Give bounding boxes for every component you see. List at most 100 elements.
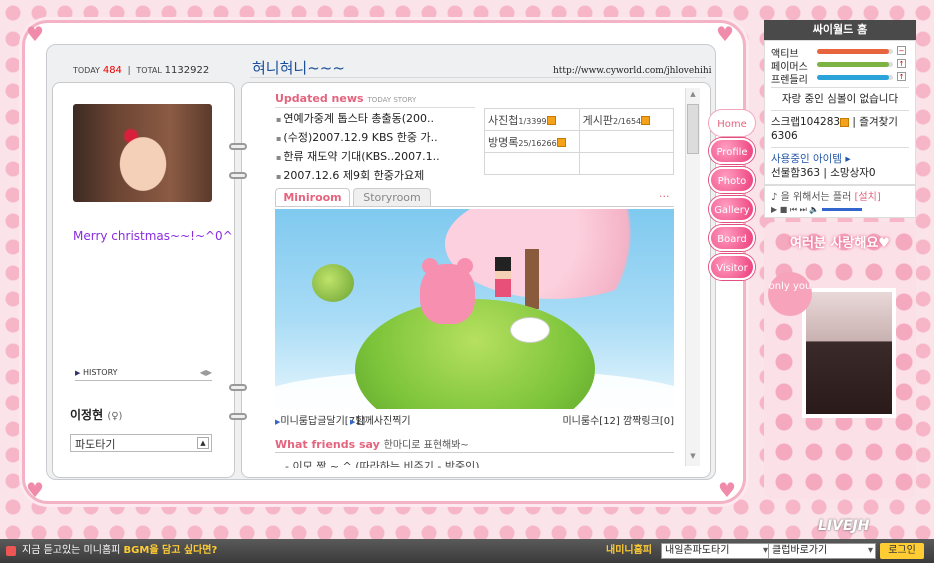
chevron-up-icon[interactable]: ▲	[197, 437, 209, 449]
bgm-setup-link[interactable]: [설치]	[855, 192, 881, 203]
divider	[275, 206, 674, 207]
card-photo	[802, 288, 896, 418]
tab-miniroom[interactable]: Miniroom	[275, 188, 350, 206]
minime-avatar[interactable]	[495, 257, 511, 297]
news-item[interactable]: (수정)2007.12.9 KBS 한중 가..	[276, 129, 476, 148]
updated-news-label: Updated news	[275, 92, 364, 105]
only-you-badge: only you	[768, 272, 812, 316]
scroll-down-icon[interactable]: ▼	[687, 452, 699, 464]
nav-photo[interactable]: Photo	[709, 167, 759, 193]
surprise-link[interactable]: 깜짝링크	[623, 416, 660, 427]
nav-visitor-label[interactable]: Visitor	[709, 254, 755, 280]
items-link[interactable]: 사용중인 아이템	[771, 153, 842, 165]
new-badge-icon	[840, 117, 850, 127]
nav-gallery[interactable]: Gallery	[709, 196, 759, 222]
news-item[interactable]: 연예가중계 톱스타 총출동(200..	[276, 110, 476, 129]
scrap-fav-line: 스크랩104283 | 즐겨찾기6306	[771, 110, 909, 143]
arrow-up-icon[interactable]: ↑	[897, 72, 906, 81]
history-label: HISTORY	[82, 368, 118, 377]
player-controls: ▶ ■ ⏮ ⏭ 🔈	[771, 205, 909, 215]
new-badge-icon	[546, 116, 556, 125]
more-icon[interactable]: ···	[659, 190, 670, 203]
board-empty-cell	[484, 152, 580, 175]
history-toggle[interactable]: ▶ HISTORY ◀▶	[75, 368, 212, 381]
play-icon[interactable]: ▶	[771, 205, 777, 214]
arrow-up-icon[interactable]: ↑	[897, 59, 906, 68]
binder-ring-icon	[229, 172, 247, 179]
nav-home-label[interactable]: Home	[709, 110, 755, 136]
cyworld-home-link[interactable]: 싸이월드 홈	[764, 20, 916, 40]
gender-label: (♀)	[107, 411, 123, 422]
next-icon[interactable]: ⏭	[800, 205, 807, 214]
board-bbs-link[interactable]: 게시판2/1654	[578, 108, 675, 131]
nav-profile[interactable]: Profile	[709, 138, 759, 164]
binder-ring-icon	[229, 413, 247, 420]
favorites-link[interactable]: 즐겨찾기	[859, 116, 898, 128]
my-minihompy-link[interactable]: 내미니홈피	[606, 539, 652, 563]
homepage-url[interactable]: http://www.cyworld.com/jhlovehihi	[553, 66, 712, 76]
bgm-icon	[6, 546, 16, 556]
board-photo-link[interactable]: 사진첩1/3399	[484, 108, 580, 131]
news-item[interactable]: 한류 재도약 기대(KBS..2007.1..	[276, 148, 476, 167]
pink-bear-image	[420, 258, 475, 324]
surfing-select-value: 파도타기	[75, 438, 116, 451]
page-title[interactable]: 혀니혀니~~~	[252, 57, 345, 78]
scroll-thumb[interactable]	[687, 104, 699, 154]
nav-profile-label[interactable]: Profile	[709, 138, 755, 164]
photo-together-link[interactable]: ▶함께사진찍기	[350, 412, 411, 427]
sheep-image	[510, 317, 550, 343]
visit-counter: TODAY 484 | TOTAL 1132922	[73, 65, 210, 76]
profile-photo[interactable]	[73, 104, 212, 202]
club-shortcut-select[interactable]: 클럽바로가기	[768, 543, 876, 559]
nav-board-label[interactable]: Board	[709, 225, 755, 251]
nav-board[interactable]: Board	[709, 225, 759, 251]
binder-ring-icon	[229, 143, 247, 150]
divider	[275, 452, 674, 453]
prev-icon[interactable]: ⏮	[790, 205, 797, 214]
surfing-select[interactable]: 파도타기 ▲	[70, 434, 212, 452]
divider	[250, 77, 706, 78]
owner-name[interactable]: 이정현 (♀)	[70, 406, 122, 423]
heart-decoration-icon: ♥	[718, 478, 736, 502]
board-guestbook-link[interactable]: 방명록25/16266	[484, 130, 580, 153]
nav-visitor[interactable]: Visitor	[709, 254, 759, 280]
tab-storyroom[interactable]: Storyroom	[353, 188, 431, 206]
wishbox-link[interactable]: 소망상자	[830, 167, 869, 179]
board-empty-cell	[578, 130, 675, 153]
volume-slider[interactable]	[821, 208, 862, 211]
tree-trunk-image	[525, 249, 539, 309]
friends-say-sub: 한마디로 표현해봐~	[383, 440, 469, 451]
board-empty-cell	[578, 152, 675, 175]
main-scrollbar[interactable]: ▲ ▼	[685, 88, 700, 466]
login-button[interactable]: 로그인	[880, 543, 924, 559]
stop-icon[interactable]: ■	[780, 205, 788, 214]
nav-photo-label[interactable]: Photo	[709, 167, 755, 193]
profile-message: Merry christmas~~!~^0^	[73, 229, 233, 243]
news-item[interactable]: 2007.12.6 제9회 한중가요제	[276, 167, 476, 186]
planet-image	[312, 264, 354, 302]
status-bar: 지금 듣고있는 미니홈피 BGM을 담고 싶다면? 내미니홈피 내일촌파도타기 …	[0, 539, 934, 563]
expand-arrows-icon[interactable]: ◀▶	[200, 368, 212, 377]
bgm-status-message[interactable]: 지금 듣고있는 미니홈피 BGM을 담고 싶다면?	[22, 539, 217, 563]
giftbox-link[interactable]: 선물함	[771, 167, 800, 179]
miniroom-stats: 미니룸수[12] 깜짝링크[0]	[562, 416, 674, 427]
divider	[275, 107, 475, 108]
stat-bar-famous: 페이머스 ↑	[771, 59, 906, 73]
triangle-right-icon: ▶	[75, 369, 81, 377]
bgm-player: ♪ 을 위해서는 플러 [설치] ▶ ■ ⏮ ⏭ 🔈	[764, 185, 916, 218]
stat-bar-active: 액티브 −	[771, 46, 906, 60]
proud-symbol-text: 자랑 중인 심볼이 없습니다	[771, 87, 909, 106]
heart-decoration-icon: ♥	[716, 22, 734, 46]
nav-gallery-label[interactable]: Gallery	[709, 196, 755, 222]
updated-news-title: Updated news TODAY STORY	[275, 92, 416, 105]
ilchon-surf-select[interactable]: 내일촌파도타기	[661, 543, 771, 559]
friends-say-title: What friends say 한마디로 표현해봐~	[275, 438, 469, 451]
binder-ring-icon	[229, 384, 247, 391]
toggle-icon[interactable]: −	[897, 46, 906, 55]
scroll-up-icon[interactable]: ▲	[687, 90, 699, 102]
grass-hill-image	[355, 299, 595, 409]
nav-home[interactable]: Home	[709, 110, 759, 136]
new-badge-icon	[641, 116, 651, 125]
livejh-watermark: LIVEJH	[818, 518, 870, 534]
miniroom-scene[interactable]	[275, 209, 674, 409]
